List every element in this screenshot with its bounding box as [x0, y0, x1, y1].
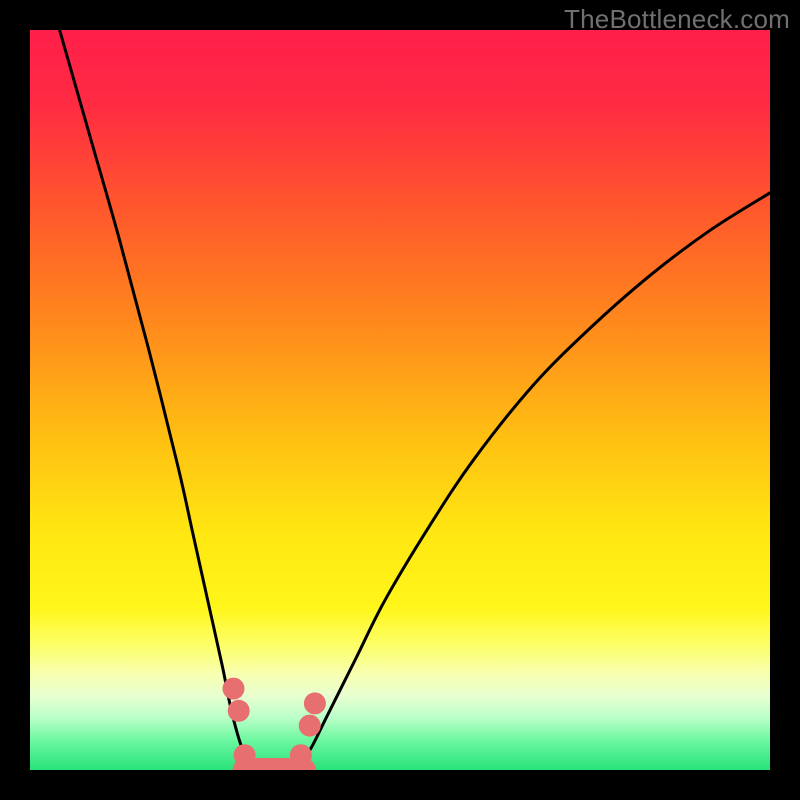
- marker-dot: [304, 692, 326, 714]
- marker-dot: [290, 744, 312, 766]
- marker-dot: [223, 678, 245, 700]
- bottleneck-chart: [30, 30, 770, 770]
- marker-dot: [299, 715, 321, 737]
- watermark-text: TheBottleneck.com: [564, 4, 790, 35]
- gradient-background: [30, 30, 770, 770]
- plot-area: [30, 30, 770, 770]
- chart-frame: TheBottleneck.com: [0, 0, 800, 800]
- marker-dot: [228, 700, 250, 722]
